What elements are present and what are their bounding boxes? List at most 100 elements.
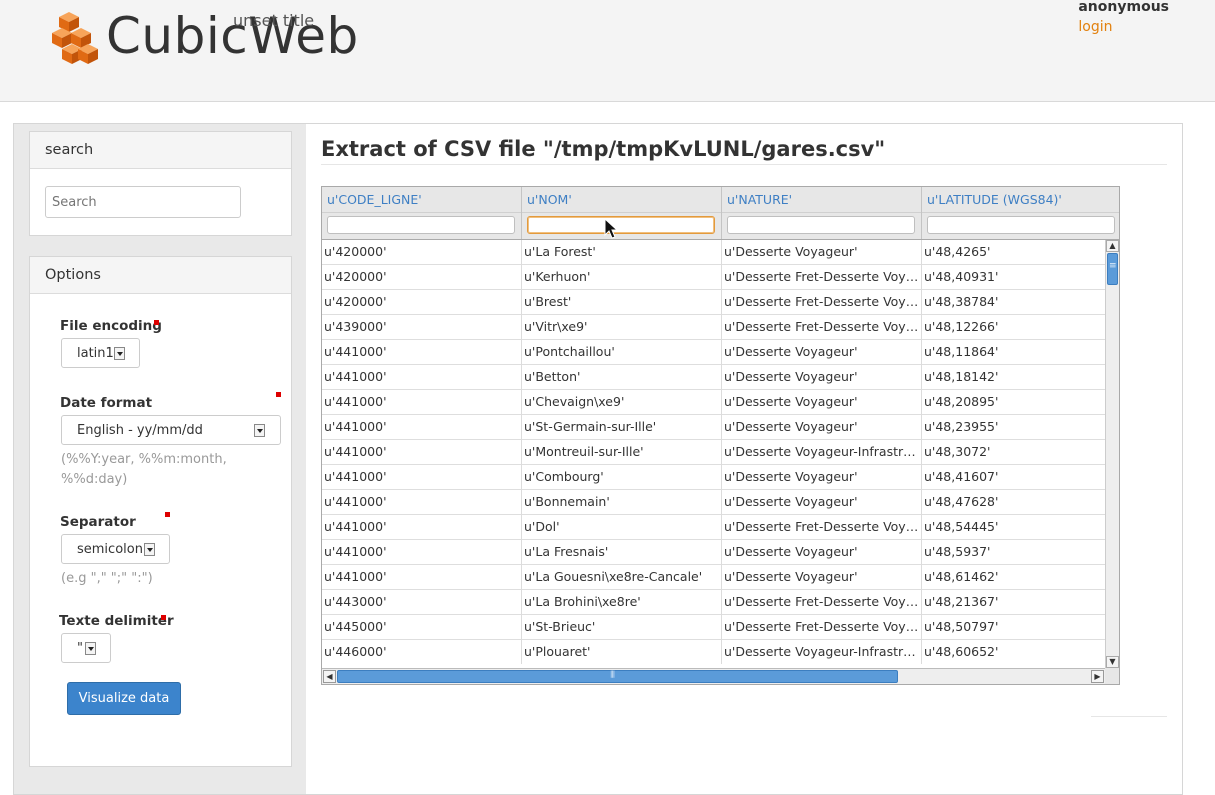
file-encoding-select[interactable]: latin1 [61, 338, 140, 368]
table-cell[interactable]: u'Desserte Voyageur' [722, 365, 922, 390]
table-cell[interactable]: u'Desserte Voyageur' [722, 465, 922, 490]
column-filter-nature[interactable] [727, 216, 915, 234]
table-cell[interactable]: u'Combourg' [522, 465, 722, 490]
cubicweb-logo[interactable]: CubicWeb [52, 7, 382, 72]
table-cell[interactable]: u'St-Brieuc' [522, 615, 722, 640]
site-title[interactable]: unset title [233, 11, 314, 30]
table-cell[interactable]: u'48,5937' [922, 540, 1105, 565]
table-cell[interactable]: u'48,20895' [922, 390, 1105, 415]
table-cell[interactable]: u'48,61462' [922, 565, 1105, 590]
table-cell[interactable]: u'446000' [322, 640, 522, 664]
table-row[interactable]: u'441000' u'Chevaign\xe9' u'Desserte Voyag… [322, 390, 1105, 415]
table-cell[interactable]: u'Desserte Fret-Desserte Voyageur' [722, 315, 922, 340]
table-cell[interactable]: u'Desserte Fret-Desserte Voyageur' [722, 265, 922, 290]
table-row[interactable]: u'443000' u'La Brohini\xe8re' u'Desserte F… [322, 590, 1105, 615]
table-cell[interactable]: u'Vitr\xe9' [522, 315, 722, 340]
table-cell[interactable]: u'441000' [322, 390, 522, 415]
scroll-down-icon[interactable]: ▼ [1106, 656, 1119, 668]
table-cell[interactable]: u'420000' [322, 240, 522, 265]
table-cell[interactable]: u'Chevaign\xe9' [522, 390, 722, 415]
table-cell[interactable]: u'441000' [322, 490, 522, 515]
table-cell[interactable]: u'Desserte Voyageur' [722, 390, 922, 415]
table-row[interactable]: u'439000' u'Vitr\xe9' u'Desserte Fret-Dess… [322, 315, 1105, 340]
table-row[interactable]: u'441000' u'Betton' u'Desserte Voyageur' u'… [322, 365, 1105, 390]
table-cell[interactable]: u'La Gouesni\xe8re-Cancale' [522, 565, 722, 590]
table-cell[interactable]: u'48,47628' [922, 490, 1105, 515]
table-cell[interactable]: u'48,50797' [922, 615, 1105, 640]
table-cell[interactable]: u'48,3072' [922, 440, 1105, 465]
table-row[interactable]: u'441000' u'La Gouesni\xe8re-Cancale' u'De… [322, 565, 1105, 590]
table-cell[interactable]: u'La Forest' [522, 240, 722, 265]
table-cell[interactable]: u'420000' [322, 290, 522, 315]
column-header-label[interactable]: u'NATURE' [727, 192, 792, 207]
table-cell[interactable]: u'443000' [322, 590, 522, 615]
table-cell[interactable]: u'441000' [322, 465, 522, 490]
table-cell[interactable]: u'48,60652' [922, 640, 1105, 664]
table-cell[interactable]: u'Betton' [522, 365, 722, 390]
column-header-label[interactable]: u'NOM' [527, 192, 572, 207]
column-header-latitude[interactable]: u'LATITUDE (WGS84)' [922, 187, 1119, 239]
table-row[interactable]: u'441000' u'Pontchaillou' u'Desserte Voyag… [322, 340, 1105, 365]
table-row[interactable]: u'441000' u'La Fresnais' u'Desserte Voyage… [322, 540, 1105, 565]
table-cell[interactable]: u'420000' [322, 265, 522, 290]
table-row[interactable]: u'445000' u'St-Brieuc' u'Desserte Fret-Des… [322, 615, 1105, 640]
horizontal-scroll-thumb[interactable] [337, 670, 898, 683]
table-cell[interactable]: u'Desserte Fret-Desserte Voyageur' [722, 290, 922, 315]
table-row[interactable]: u'420000' u'La Forest' u'Desserte Voyageur… [322, 240, 1105, 265]
table-cell[interactable]: u'441000' [322, 340, 522, 365]
column-filter-code-ligne[interactable] [327, 216, 515, 234]
column-filter-latitude[interactable] [927, 216, 1115, 234]
column-header-label[interactable]: u'CODE_LIGNE' [327, 192, 422, 207]
horizontal-scrollbar[interactable]: ◀ ▶ [322, 668, 1105, 684]
table-cell[interactable]: u'439000' [322, 315, 522, 340]
table-cell[interactable]: u'48,11864' [922, 340, 1105, 365]
table-row[interactable]: u'446000' u'Plouaret' u'Desserte Voyageur-… [322, 640, 1105, 664]
table-cell[interactable]: u'St-Germain-sur-Ille' [522, 415, 722, 440]
table-cell[interactable]: u'48,12266' [922, 315, 1105, 340]
login-link[interactable]: login [1078, 19, 1169, 35]
table-cell[interactable]: u'445000' [322, 615, 522, 640]
table-cell[interactable]: u'Desserte Voyageur' [722, 415, 922, 440]
column-filter-nom[interactable] [527, 216, 715, 234]
table-cell[interactable]: u'Brest' [522, 290, 722, 315]
table-cell[interactable]: u'441000' [322, 440, 522, 465]
visualize-data-button[interactable]: Visualize data [67, 682, 181, 715]
column-header-code-ligne[interactable]: u'CODE_LIGNE' [322, 187, 522, 239]
table-cell[interactable]: u'441000' [322, 415, 522, 440]
scroll-right-icon[interactable]: ▶ [1091, 670, 1104, 683]
table-cell[interactable]: u'Desserte Fret-Desserte Voyageur' [722, 590, 922, 615]
scroll-left-icon[interactable]: ◀ [323, 670, 336, 683]
table-cell[interactable]: u'Desserte Fret-Desserte Voyageur' [722, 515, 922, 540]
search-input[interactable] [45, 186, 241, 218]
scroll-up-icon[interactable]: ▲ [1106, 240, 1119, 252]
table-cell[interactable]: u'La Fresnais' [522, 540, 722, 565]
text-delimiter-select[interactable]: " [61, 633, 111, 663]
table-cell[interactable]: u'48,18142' [922, 365, 1105, 390]
table-cell[interactable]: u'48,21367' [922, 590, 1105, 615]
table-cell[interactable]: u'441000' [322, 515, 522, 540]
table-cell[interactable]: u'Pontchaillou' [522, 340, 722, 365]
table-row[interactable]: u'441000' u'St-Germain-sur-Ille' u'Dessert… [322, 415, 1105, 440]
table-row[interactable]: u'420000' u'Kerhuon' u'Desserte Fret-Desse… [322, 265, 1105, 290]
table-cell[interactable]: u'Kerhuon' [522, 265, 722, 290]
table-row[interactable]: u'441000' u'Combourg' u'Desserte Voyageur'… [322, 465, 1105, 490]
table-cell[interactable]: u'48,40931' [922, 265, 1105, 290]
table-cell[interactable]: u'441000' [322, 365, 522, 390]
table-cell[interactable]: u'441000' [322, 565, 522, 590]
table-cell[interactable]: u'Desserte Fret-Desserte Voyageur' [722, 615, 922, 640]
table-cell[interactable]: u'Plouaret' [522, 640, 722, 664]
table-cell[interactable]: u'48,4265' [922, 240, 1105, 265]
vertical-scroll-thumb[interactable] [1107, 253, 1118, 285]
table-row[interactable]: u'441000' u'Bonnemain' u'Desserte Voyageur… [322, 490, 1105, 515]
table-cell[interactable]: u'48,54445' [922, 515, 1105, 540]
table-cell[interactable]: u'Montreuil-sur-Ille' [522, 440, 722, 465]
table-cell[interactable]: u'Desserte Voyageur-Infrastructure' [722, 640, 922, 664]
table-cell[interactable]: u'441000' [322, 540, 522, 565]
table-cell[interactable]: u'Desserte Voyageur' [722, 340, 922, 365]
table-cell[interactable]: u'La Brohini\xe8re' [522, 590, 722, 615]
table-cell[interactable]: u'48,23955' [922, 415, 1105, 440]
table-cell[interactable]: u'48,41607' [922, 465, 1105, 490]
vertical-scrollbar[interactable]: ▲ ▼ [1105, 240, 1119, 668]
table-cell[interactable]: u'Desserte Voyageur' [722, 540, 922, 565]
table-cell[interactable]: u'Desserte Voyageur' [722, 565, 922, 590]
